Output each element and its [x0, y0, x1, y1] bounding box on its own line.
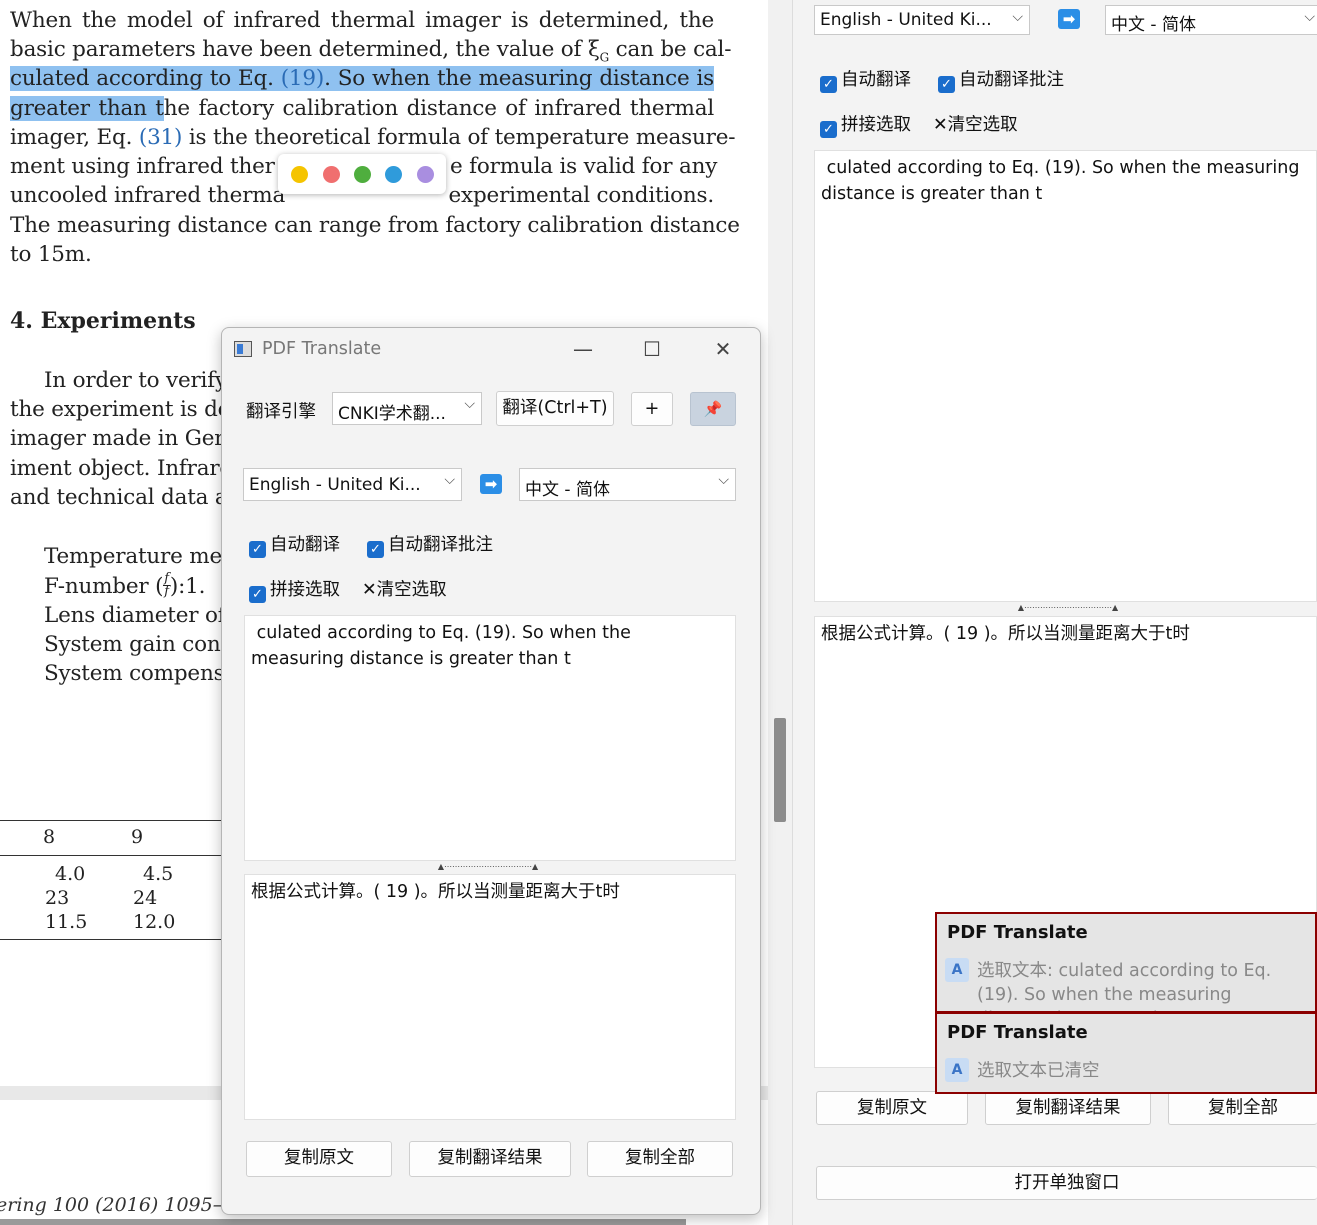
- window-title: PDF Translate: [262, 339, 382, 359]
- chevron-down-icon: ⌵: [1012, 9, 1023, 25]
- pdf-text-line: imager, Eq. (31) is the theoretical form…: [10, 125, 736, 150]
- clear-selection-button[interactable]: ✕清空选取: [362, 578, 447, 602]
- app-icon: [234, 341, 252, 357]
- close-icon[interactable]: ✕: [703, 334, 743, 364]
- swap-arrow-icon[interactable]: ➡: [1058, 9, 1080, 29]
- pdf-text-line: to 15m.: [10, 242, 92, 267]
- toast-title: PDF Translate: [947, 1022, 1088, 1043]
- translate-icon: A: [945, 958, 969, 982]
- clear-selection-button[interactable]: ✕清空选取: [933, 113, 1018, 137]
- splitter-handle[interactable]: ▲⋯⋯⋯⋯⋯⋯⋯⋯⋯⋯⋯▲: [408, 863, 568, 871]
- auto-translate-checkbox[interactable]: ✓ 自动翻译: [820, 68, 911, 93]
- auto-annotate-checkbox[interactable]: ✓ 自动翻译批注: [938, 68, 1064, 93]
- highlight-green-button[interactable]: [354, 166, 371, 183]
- highlight-color-popup: [278, 154, 446, 194]
- copy-all-button[interactable]: 复制全部: [1168, 1091, 1317, 1125]
- splitter-handle[interactable]: ▲⋯⋯⋯⋯⋯⋯⋯⋯⋯⋯⋯▲: [988, 604, 1148, 612]
- pdf-text-line: experimental conditions.: [448, 183, 715, 208]
- table-cell: 4.0: [55, 863, 86, 885]
- notification-toast[interactable]: PDF Translate A 选取文本已清空: [935, 1012, 1317, 1094]
- toast-body: 选取文本: culated according to Eq. (19). So …: [977, 961, 1272, 1011]
- pdf-text-line-selected: culated according to Eq. (19). So when t…: [10, 66, 714, 91]
- check-icon: ✓: [820, 121, 837, 138]
- translate-button[interactable]: 翻译(Ctrl+T): [496, 391, 614, 426]
- concat-select-checkbox[interactable]: ✓ 拼接选取: [820, 113, 911, 138]
- table-cell: 24: [133, 887, 158, 909]
- translation-text-area[interactable]: 根据公式计算。( 19 )。所以当测量距离大于t时: [244, 874, 736, 1120]
- vertical-scrollbar-track[interactable]: [768, 0, 793, 1225]
- chevron-down-icon: ⌵: [1304, 9, 1315, 25]
- pdf-text-line: When the model of infrared thermal image…: [10, 8, 714, 33]
- pdf-text-line: basic parameters have been determined, t…: [10, 37, 732, 65]
- pdf-text-line: e formula is valid for any: [450, 154, 718, 179]
- concat-select-checkbox[interactable]: ✓ 拼接选取: [249, 578, 340, 603]
- table-cell: 4.5: [143, 863, 174, 885]
- copy-source-button[interactable]: 复制原文: [816, 1091, 968, 1125]
- check-icon: ✓: [249, 541, 266, 558]
- source-language-select[interactable]: English - United Ki... ⌵: [243, 468, 462, 501]
- check-icon: ✓: [367, 541, 384, 558]
- toast-title: PDF Translate: [947, 922, 1088, 943]
- table-rule: [0, 855, 222, 856]
- open-window-button[interactable]: 打开单独窗口: [816, 1166, 1317, 1200]
- pin-button[interactable]: 📌: [690, 392, 736, 426]
- source-language-select[interactable]: English - United Ki... ⌵: [814, 5, 1030, 35]
- source-text-area[interactable]: culated according to Eq. (19). So when t…: [244, 615, 736, 861]
- highlight-blue-button[interactable]: [385, 166, 402, 183]
- section-heading: 4. Experiments: [10, 308, 196, 334]
- pin-icon: 📌: [703, 400, 723, 418]
- minimize-icon[interactable]: —: [563, 334, 603, 364]
- engine-label: 翻译引擎: [246, 402, 316, 422]
- pdf-text-line-selected: greater than the factory calibration dis…: [10, 96, 714, 121]
- target-language-select[interactable]: 中文 - 简体 ⌵: [519, 468, 736, 501]
- check-icon: ✓: [938, 76, 955, 93]
- chevron-down-icon: ⌵: [464, 396, 475, 412]
- table-rule: [0, 820, 222, 821]
- copy-translation-button[interactable]: 复制翻译结果: [409, 1141, 571, 1177]
- check-icon: ✓: [249, 586, 266, 603]
- check-icon: ✓: [820, 76, 837, 93]
- highlight-red-button[interactable]: [323, 166, 340, 183]
- table-header-cell: 9: [131, 826, 144, 848]
- engine-select[interactable]: CNKI学术翻... ⌵: [332, 392, 482, 425]
- target-language-select[interactable]: 中文 - 简体 ⌵: [1105, 5, 1317, 35]
- table-cell: 11.5: [45, 911, 88, 933]
- swap-arrow-icon[interactable]: ➡: [480, 474, 502, 494]
- copy-translation-button[interactable]: 复制翻译结果: [985, 1091, 1151, 1125]
- toast-body: 选取文本已清空: [977, 1061, 1100, 1081]
- table-cell: 23: [45, 887, 70, 909]
- auto-translate-checkbox[interactable]: ✓ 自动翻译: [249, 533, 340, 558]
- auto-annotate-checkbox[interactable]: ✓ 自动翻译批注: [367, 533, 493, 558]
- highlight-purple-button[interactable]: [417, 166, 434, 183]
- pdf-text-line: The measuring distance can range from fa…: [10, 213, 740, 238]
- table-header-cell: 8: [43, 826, 56, 848]
- notification-toast[interactable]: PDF Translate A 选取文本: culated according …: [935, 912, 1317, 1013]
- highlight-yellow-button[interactable]: [291, 166, 308, 183]
- maximize-icon[interactable]: ☐: [632, 334, 672, 364]
- chevron-down-icon: ⌵: [444, 472, 455, 488]
- horizontal-scrollbar[interactable]: [0, 1219, 686, 1225]
- source-text-area[interactable]: culated according to Eq. (19). So when t…: [814, 150, 1317, 602]
- copy-source-button[interactable]: 复制原文: [246, 1141, 392, 1177]
- vertical-scrollbar-thumb[interactable]: [774, 718, 786, 822]
- add-button[interactable]: +: [631, 392, 673, 426]
- copy-all-button[interactable]: 复制全部: [587, 1141, 733, 1177]
- pdf-translate-window: PDF Translate — ☐ ✕ 翻译引擎 CNKI学术翻... ⌵ 翻译(…: [221, 327, 761, 1215]
- translate-icon: A: [945, 1058, 969, 1082]
- table-cell: 12.0: [133, 911, 176, 933]
- table-rule: [0, 939, 222, 940]
- chevron-down-icon: ⌵: [718, 472, 729, 488]
